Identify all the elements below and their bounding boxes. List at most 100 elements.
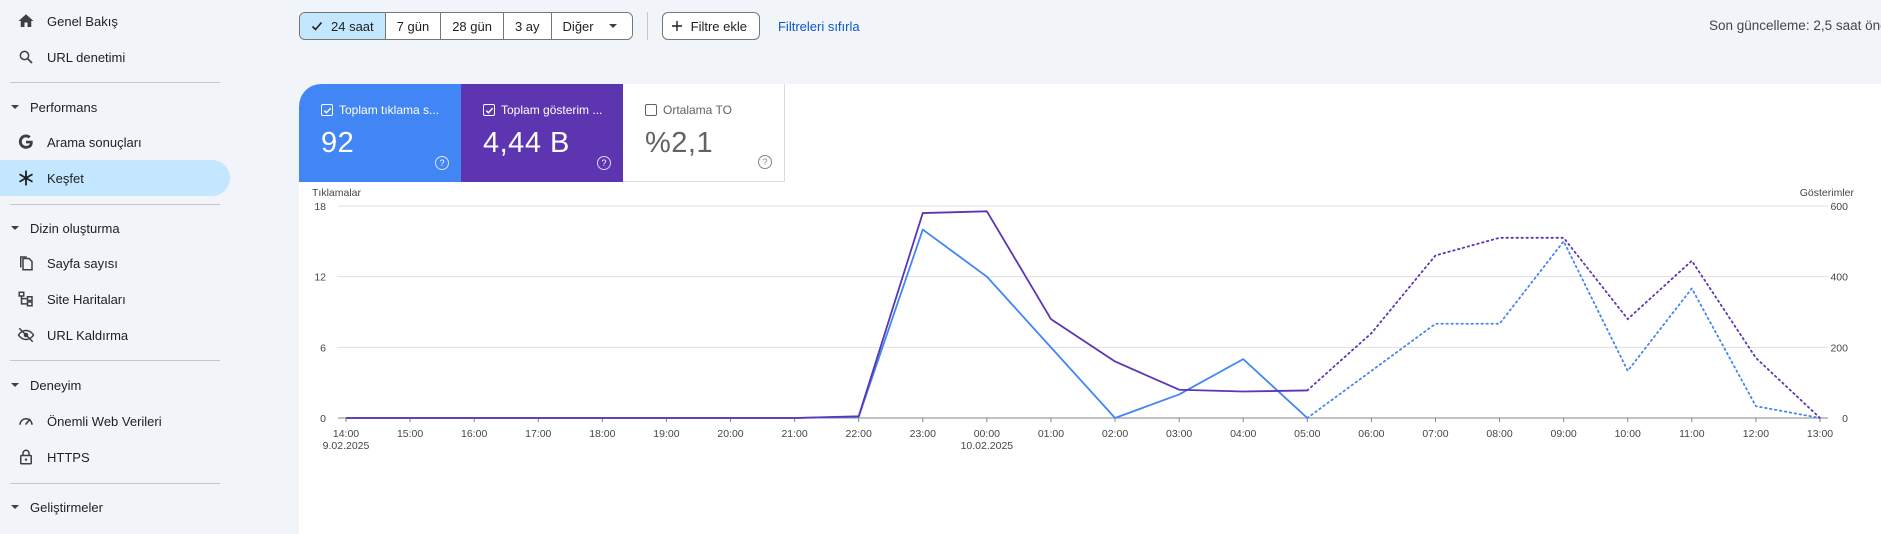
- sidebar-item-label: Önemli Web Verileri: [47, 413, 162, 429]
- x-tick-label: 07:00: [1422, 428, 1448, 440]
- x-date-label: 9.02.2025: [323, 440, 370, 452]
- pages-icon: [17, 254, 35, 272]
- left-tick-label: 18: [314, 201, 326, 213]
- x-date-label: 10.02.2025: [961, 440, 1014, 452]
- sidebar-item-label: Genel Bakış: [47, 13, 118, 29]
- sitemap-icon: [17, 290, 35, 308]
- help-icon[interactable]: ?: [435, 156, 449, 170]
- x-tick-label: 17:00: [525, 428, 551, 440]
- section-title: Performans: [30, 99, 98, 115]
- speedometer-icon: [17, 412, 35, 430]
- date-range-selector: 24 saat 7 gün 28 gün 3 ay Diğer: [299, 12, 633, 40]
- date-filter-toolbar: 24 saat 7 gün 28 gün 3 ay Diğer Filtre e…: [299, 12, 860, 40]
- right-tick-label: 200: [1830, 342, 1848, 354]
- section-enhancements[interactable]: Geliştirmeler: [0, 492, 230, 522]
- last-update-text: Son güncelleme: 2,5 saat önce: [1709, 18, 1881, 33]
- x-tick-label: 16:00: [461, 428, 487, 440]
- performance-card: Toplam tıklama s... 92 ? Toplam gösterim…: [299, 84, 1881, 534]
- x-tick-label: 05:00: [1294, 428, 1320, 440]
- range-label: Diğer: [562, 18, 594, 34]
- x-tick-label: 18:00: [589, 428, 615, 440]
- sidebar-divider: [10, 82, 220, 83]
- eye-off-icon: [17, 326, 35, 344]
- sidebar-item-core-web-vitals[interactable]: Önemli Web Verileri: [0, 403, 230, 439]
- impressions-projected-line: [1306, 236, 1821, 419]
- toolbar-divider: [646, 12, 648, 40]
- x-tick-label: 00:00: [974, 428, 1000, 440]
- range-label: 3 ay: [514, 18, 540, 34]
- add-filter-button[interactable]: Filtre ekle: [661, 12, 760, 40]
- metric-total-impressions[interactable]: Toplam gösterim ... 4,44 B ?: [461, 84, 623, 182]
- sidebar-divider: [10, 483, 220, 484]
- google-g-icon: [17, 133, 35, 151]
- x-tick-label: 21:00: [781, 428, 807, 440]
- range-label: 7 gün: [396, 18, 430, 34]
- x-tick-label: 11:00: [1679, 428, 1705, 440]
- metric-label: Toplam tıklama s...: [339, 103, 440, 117]
- impressions-series-line: [346, 210, 1308, 419]
- checkbox-checked-icon[interactable]: [483, 104, 495, 116]
- right-tick-label: 0: [1842, 413, 1848, 425]
- metric-total-clicks[interactable]: Toplam tıklama s... 92 ?: [299, 84, 461, 182]
- section-indexing[interactable]: Dizin oluşturma: [0, 213, 230, 243]
- sidebar-item-search-results[interactable]: Arama sonuçları: [0, 124, 230, 160]
- sidebar-item-sitemaps[interactable]: Site Haritaları: [0, 281, 230, 317]
- search-icon: [17, 48, 35, 66]
- reset-filters-link[interactable]: Filtreleri sıfırla: [778, 19, 860, 34]
- help-icon[interactable]: ?: [597, 156, 611, 170]
- x-tick-label: 08:00: [1486, 428, 1512, 440]
- sidebar-divider: [10, 204, 220, 205]
- sidebar-item-https[interactable]: HTTPS: [0, 439, 230, 475]
- sidebar-item-label: Keşfet: [47, 170, 84, 186]
- performance-chart: Tıklamalar Gösterimler 0 6 12 18 0 200 400 600 14:…: [312, 187, 1855, 452]
- x-tick-label: 23:00: [910, 428, 936, 440]
- range-7d-button[interactable]: 7 gün: [385, 13, 442, 39]
- range-3m-button[interactable]: 3 ay: [503, 13, 552, 39]
- range-label: 28 gün: [452, 18, 492, 34]
- x-tick-label: 10:00: [1615, 428, 1641, 440]
- help-icon[interactable]: ?: [758, 155, 772, 169]
- sidebar-item-label: HTTPS: [47, 449, 90, 465]
- x-tick-label: 04:00: [1230, 428, 1256, 440]
- metric-average-ctr[interactable]: Ortalama TO %2,1 ?: [623, 84, 785, 182]
- range-more-dropdown[interactable]: Diğer: [551, 13, 632, 39]
- x-tick-label: 09:00: [1551, 428, 1577, 440]
- left-tick-label: 6: [320, 342, 326, 354]
- metric-label: Toplam gösterim ...: [501, 103, 603, 117]
- asterisk-icon: [17, 169, 35, 187]
- sidebar-item-url-removals[interactable]: URL Kaldırma: [0, 317, 230, 353]
- x-tick-label: 12:00: [1743, 428, 1769, 440]
- sidebar-item-label: Sayfa sayısı: [47, 255, 118, 271]
- sidebar-item-pages[interactable]: Sayfa sayısı: [0, 245, 230, 281]
- section-experience[interactable]: Deneyim: [0, 370, 230, 400]
- x-tick-label: 01:00: [1038, 428, 1064, 440]
- x-tick-label: 15:00: [397, 428, 423, 440]
- x-tick-label: 14:00: [333, 428, 359, 440]
- checkbox-checked-icon[interactable]: [321, 104, 333, 116]
- caret-down-icon: [10, 223, 20, 233]
- range-28d-button[interactable]: 28 gün: [441, 13, 504, 39]
- left-tick-label: 0: [320, 413, 326, 425]
- right-tick-label: 600: [1830, 201, 1848, 213]
- caret-down-icon: [10, 102, 20, 112]
- caret-down-icon: [10, 380, 20, 390]
- x-tick-label: 22:00: [846, 428, 872, 440]
- x-tick-label: 03:00: [1166, 428, 1192, 440]
- sidebar-item-overview[interactable]: Genel Bakış: [0, 3, 230, 39]
- sidebar-item-label: URL Kaldırma: [47, 327, 129, 343]
- checkbox-unchecked-icon[interactable]: [645, 104, 657, 116]
- sidebar-item-label: URL denetimi: [47, 49, 126, 65]
- x-tick-label: 13:00: [1807, 428, 1833, 440]
- sidebar-item-label: Site Haritaları: [47, 291, 126, 307]
- sidebar-item-url-inspection[interactable]: URL denetimi: [0, 39, 230, 75]
- x-tick-label: 20:00: [717, 428, 743, 440]
- right-tick-label: 400: [1830, 272, 1848, 284]
- section-title: Dizin oluşturma: [30, 220, 120, 236]
- sidebar-divider: [10, 360, 220, 361]
- right-axis-title: Gösterimler: [1800, 187, 1855, 199]
- sidebar-item-discover[interactable]: Keşfet: [0, 160, 230, 196]
- plus-icon: [671, 20, 683, 32]
- range-24h-button[interactable]: 24 saat: [300, 13, 386, 39]
- section-performance[interactable]: Performans: [0, 92, 230, 122]
- x-tick-label: 19:00: [653, 428, 679, 440]
